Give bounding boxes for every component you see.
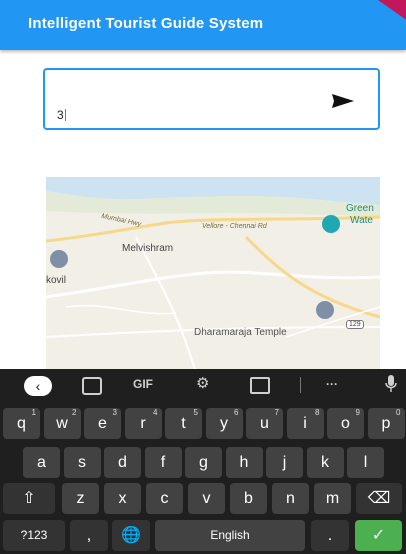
period-key[interactable]: . [311,520,349,551]
key-g[interactable]: g [185,447,222,478]
map-view[interactable]: Mumbai Hwy Vellore - Chennai Rd Melvishr… [46,177,380,373]
map-label-green-water-1: Green [346,203,374,214]
app-title: Intelligent Tourist Guide System [28,15,264,32]
search-input-value[interactable]: 3 [57,108,66,122]
shift-key[interactable]: ⇧ [3,483,55,514]
key-o[interactable]: o9 [327,408,364,439]
soft-keyboard: ‹ GIF ⚙ ··· q1w2e3r4t5y6u7i8o9p0 asdfghj… [0,369,406,554]
text-caret [64,109,66,121]
microphone-icon[interactable] [385,375,397,393]
symbols-key[interactable]: ?123 [3,520,65,551]
key-w[interactable]: w2 [43,408,81,439]
gif-button[interactable]: GIF [133,377,153,391]
key-i[interactable]: i8 [286,408,324,439]
comma-key[interactable]: , [70,520,108,551]
key-f[interactable]: f [144,447,182,478]
key-b[interactable]: b [230,483,267,514]
keyboard-row-3: ⇧ zxcvbnm ⌫ [0,483,406,517]
key-h[interactable]: h [225,447,263,478]
translate-icon[interactable] [250,377,270,394]
key-x[interactable]: x [104,483,141,514]
key-p[interactable]: p0 [367,408,405,439]
key-t[interactable]: t5 [165,408,202,439]
map-label-melvishram: Melvishram [122,243,174,254]
app-bar: Intelligent Tourist Guide System [0,0,406,50]
key-c[interactable]: c [146,483,183,514]
toolbar-divider [300,377,301,393]
settings-icon[interactable]: ⚙ [196,374,209,392]
map-canvas [46,177,380,373]
key-z[interactable]: z [62,483,99,514]
route-shield: 129 [346,320,364,329]
space-bar[interactable]: English [155,520,305,551]
send-icon[interactable] [332,94,354,108]
search-input[interactable]: 3 [43,68,380,130]
map-label-green-water-2: Wate [350,215,373,226]
key-r[interactable]: r4 [124,408,162,439]
key-v[interactable]: v [188,483,225,514]
map-label-kovil: kovil [46,275,67,286]
sticker-icon[interactable] [82,377,102,395]
language-globe-icon[interactable]: 🌐 [112,520,150,551]
temple-pin-icon[interactable] [316,301,334,319]
keyboard-row-1: q1w2e3r4t5y6u7i8o9p0 [0,408,406,442]
key-e[interactable]: e3 [84,408,121,439]
keyboard-row-2: asdfghjkl [0,447,406,481]
key-m[interactable]: m [314,483,351,514]
key-l[interactable]: l [347,447,384,478]
more-options[interactable]: ··· [326,377,338,391]
key-a[interactable]: a [23,447,60,478]
water-park-pin-icon[interactable] [322,215,340,233]
key-s[interactable]: s [63,447,101,478]
key-y[interactable]: y6 [205,408,243,439]
key-d[interactable]: d [104,447,141,478]
key-j[interactable]: j [266,447,303,478]
keyboard-row-4: ?123 , 🌐 English . ✓ [0,520,406,554]
map-label-vellore-rd: Vellore - Chennai Rd [202,223,267,230]
place-pin-icon[interactable] [50,250,68,268]
map-label-temple: Dharamaraja Temple [194,327,287,338]
key-u[interactable]: u7 [246,408,283,439]
key-q[interactable]: q1 [3,408,40,439]
key-n[interactable]: n [272,483,309,514]
enter-check-icon[interactable]: ✓ [355,520,402,551]
keyboard-toolbar: ‹ GIF ⚙ ··· [0,369,406,403]
collapse-icon[interactable]: ‹ [24,376,52,396]
key-k[interactable]: k [306,447,344,478]
backspace-key[interactable]: ⌫ [356,483,402,514]
